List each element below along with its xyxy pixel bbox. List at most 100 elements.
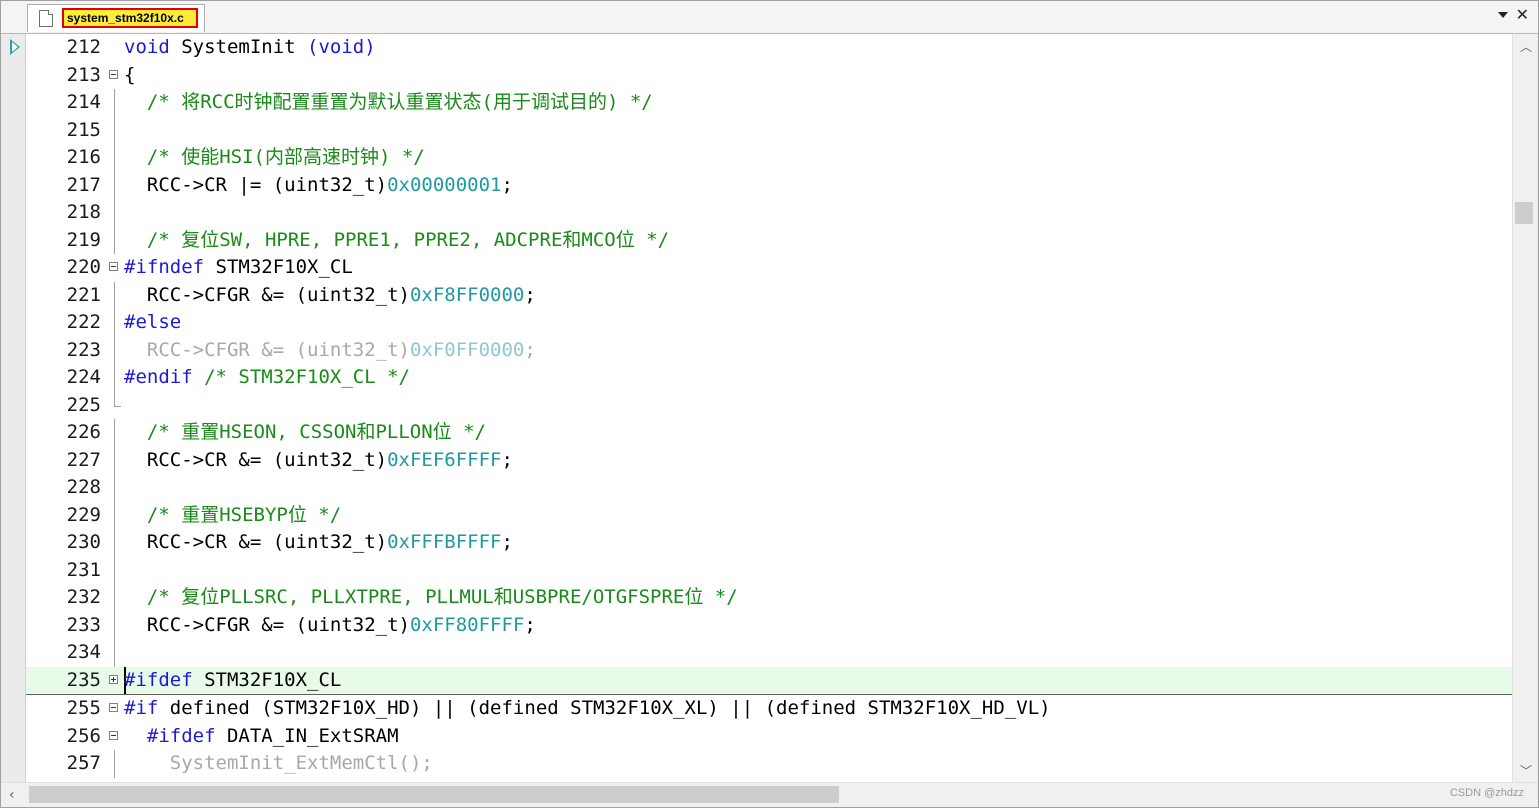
- scroll-up-icon[interactable]: ︿: [1520, 38, 1532, 55]
- horizontal-scrollbar[interactable]: ‹ CSDN @zhdzz: [1, 782, 1538, 807]
- code-text: #if defined (STM32F10X_HD) || (defined S…: [124, 695, 1051, 723]
- code-line[interactable]: 257 SystemInit_ExtMemCtl();: [26, 750, 1512, 778]
- code-line[interactable]: 226 /* 重置HSEON, CSSON和PLLON位 */: [26, 419, 1512, 447]
- code-token: STM32F10X_CL: [204, 256, 353, 278]
- code-token: SystemInit_ExtMemCtl();: [124, 752, 433, 774]
- fold-guide: [114, 116, 115, 144]
- code-text: RCC->CR &= (uint32_t)0xFEF6FFFF;: [124, 447, 513, 475]
- line-number: 215: [66, 118, 101, 141]
- code-line[interactable]: 255 #if defined (STM32F10X_HD) || (define…: [26, 695, 1512, 723]
- code-text: /* 使能HSI(内部高速时钟) */: [124, 144, 425, 172]
- code-token: /* 重置HSEBYP位 */: [146, 503, 342, 526]
- code-token: /* STM32F10X_CL */: [204, 366, 410, 388]
- tab-list-dropdown-icon[interactable]: [1498, 12, 1508, 18]
- code-line[interactable]: 227 RCC->CR &= (uint32_t)0xFEF6FFFF;: [26, 446, 1512, 475]
- code-line[interactable]: 217 RCC->CR |= (uint32_t)0x00000001;: [26, 171, 1512, 199]
- code-line[interactable]: 225: [26, 391, 1512, 420]
- code-text: #ifdef STM32F10X_CL: [124, 667, 341, 695]
- code-line[interactable]: 223 RCC->CFGR &= (uint32_t)0xF0FF0000;: [26, 336, 1512, 365]
- fold-guide: [114, 364, 115, 392]
- watermark: CSDN @zhdzz: [1449, 787, 1524, 799]
- code-line[interactable]: 221 RCC->CFGR &= (uint32_t)0xF8FF0000;: [26, 281, 1512, 309]
- scroll-left-icon[interactable]: ‹: [9, 787, 15, 803]
- code-line[interactable]: 230 RCC->CR &= (uint32_t)0xFFFBFFFF;: [26, 529, 1512, 557]
- horizontal-scroll-thumb[interactable]: [29, 786, 839, 803]
- code-token: #endif: [124, 366, 193, 388]
- code-text: RCC->CFGR &= (uint32_t)0xF0FF0000;: [124, 337, 536, 365]
- code-token: (void): [307, 36, 376, 58]
- code-text: /* 复位SW, HPRE, PPRE1, PPRE2, ADCPRE和MCO位…: [124, 227, 669, 255]
- code-token: ;: [524, 613, 536, 636]
- line-number: 213: [66, 63, 101, 86]
- scroll-down-icon[interactable]: ﹀: [1520, 762, 1532, 779]
- code-token: 0x00000001: [387, 173, 502, 196]
- code-line[interactable]: 234: [26, 639, 1512, 667]
- line-number: 218: [66, 201, 101, 223]
- code-text: /* 重置HSEON, CSSON和PLLON位 */: [124, 419, 486, 447]
- fold-guide: [114, 199, 115, 227]
- current-line-marker-icon: [10, 39, 20, 55]
- code-line[interactable]: 224 #endif /* STM32F10X_CL */: [26, 364, 1512, 392]
- code-text: #ifndef STM32F10X_CL: [124, 254, 353, 282]
- fold-collapse-icon[interactable]: [109, 730, 118, 740]
- code-line[interactable]: 213 {: [26, 62, 1512, 90]
- fold-guide: [114, 639, 115, 667]
- code-token: 0xF0FF0000: [409, 338, 525, 361]
- code-line[interactable]: 228: [26, 474, 1512, 502]
- editor-window: system_stm32f10x.c ✕ 212 void SystemInit …: [0, 0, 1539, 808]
- code-text: RCC->CR &= (uint32_t)0xFFFBFFFF;: [124, 529, 513, 557]
- close-icon[interactable]: ✕: [1516, 5, 1529, 25]
- code-line[interactable]: 229 /* 重置HSEBYP位 */: [26, 501, 1512, 529]
- code-line[interactable]: 235 #ifdef STM32F10X_CL: [26, 666, 1512, 695]
- code-line[interactable]: 215: [26, 116, 1512, 144]
- line-number: 220: [66, 256, 101, 278]
- vertical-scrollbar[interactable]: ︿ ﹀: [1512, 34, 1538, 782]
- code-line[interactable]: 212 void SystemInit (void): [26, 34, 1512, 62]
- code-text: SystemInit_ExtMemCtl();: [124, 750, 433, 778]
- code-token: RCC->CFGR &= (uint32_t): [124, 338, 410, 361]
- code-token: {: [124, 63, 136, 86]
- code-token: 0xFFFBFFFF: [387, 531, 502, 553]
- line-number: 232: [66, 586, 101, 608]
- line-number: 221: [66, 283, 101, 306]
- code-token: #ifndef: [124, 256, 205, 278]
- fold-guide: [114, 144, 115, 172]
- tab-system-stm32f10x[interactable]: system_stm32f10x.c: [27, 4, 205, 32]
- code-line[interactable]: 256 #ifdef DATA_IN_ExtSRAM: [26, 723, 1512, 751]
- code-token: ;: [524, 338, 536, 361]
- code-line[interactable]: 220 #ifndef STM32F10X_CL: [26, 254, 1512, 282]
- code-line[interactable]: 216 /* 使能HSI(内部高速时钟) */: [26, 144, 1512, 172]
- tab-bar: system_stm32f10x.c ✕: [1, 1, 1538, 34]
- code-line[interactable]: 214 /* 将RCC时钟配置重置为默认重置状态(用于调试目的) */: [26, 89, 1512, 117]
- line-number: 216: [66, 146, 101, 168]
- code-token: #ifdef: [124, 668, 193, 691]
- fold-guide: [114, 89, 115, 117]
- code-token: /* 复位SW, HPRE, PPRE1, PPRE2, ADCPRE和MCO位…: [146, 228, 670, 251]
- breakpoint-gutter[interactable]: [1, 34, 26, 782]
- code-line[interactable]: 219 /* 复位SW, HPRE, PPRE1, PPRE2, ADCPRE和…: [26, 226, 1512, 255]
- code-token: SystemInit: [169, 36, 308, 58]
- code-line[interactable]: 233 RCC->CFGR &= (uint32_t)0xFF80FFFF;: [26, 611, 1512, 639]
- code-token: ;: [524, 283, 536, 306]
- code-line[interactable]: 222 #else: [26, 309, 1512, 337]
- line-number: 255: [66, 697, 101, 719]
- code-line[interactable]: 218: [26, 199, 1512, 227]
- code-line[interactable]: 231: [26, 556, 1512, 584]
- code-line[interactable]: 232 /* 复位PLLSRC, PLLXTPRE, PLLMUL和USBPRE…: [26, 584, 1512, 612]
- fold-collapse-icon[interactable]: [109, 69, 118, 79]
- code-editor[interactable]: 212 void SystemInit (void) 213 {214 /* 将RCC…: [1, 34, 1512, 782]
- vertical-scroll-thumb[interactable]: [1515, 202, 1533, 224]
- fold-guide: [114, 281, 115, 309]
- fold-expand-icon[interactable]: [109, 674, 118, 684]
- line-number: 235: [66, 668, 101, 691]
- fold-guide: [114, 171, 115, 199]
- fold-collapse-icon[interactable]: [109, 703, 118, 712]
- fold-collapse-icon[interactable]: [109, 262, 118, 271]
- line-number: 217: [66, 173, 101, 196]
- code-token: void: [124, 36, 170, 58]
- code-token: /* 将RCC时钟配置重置为默认重置状态(用于调试目的) */: [146, 91, 653, 113]
